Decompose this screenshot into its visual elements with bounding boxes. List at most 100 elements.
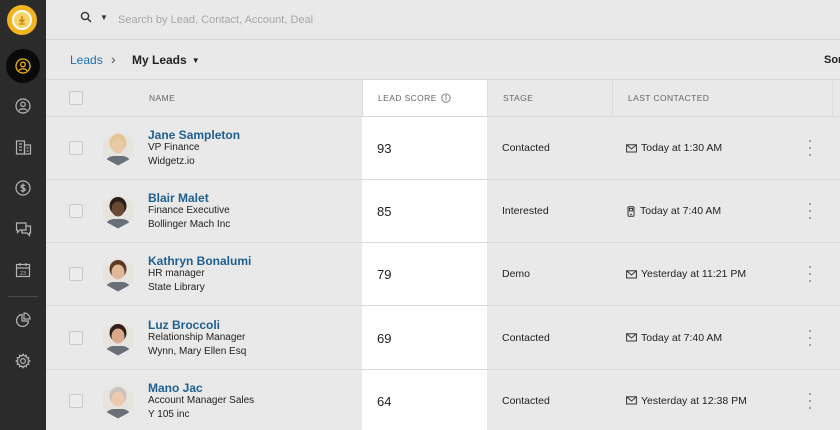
breadcrumb-leads-link[interactable]: Leads [70, 53, 103, 67]
row-more-options-icon[interactable] [806, 140, 814, 156]
column-header-name[interactable]: NAME [149, 93, 175, 103]
lead-name-link[interactable]: Luz Broccoli [148, 318, 220, 332]
lead-name-link[interactable]: Jane Sampleton [148, 128, 240, 142]
lead-stage: Contacted [502, 142, 550, 154]
my-leads-label: My Leads [132, 53, 187, 67]
gear-icon [15, 353, 31, 369]
last-contacted-text: Today at 1:30 AM [641, 142, 723, 154]
pie-chart-icon [15, 312, 31, 328]
lead-title: HR manager [148, 268, 205, 280]
row-select-checkbox[interactable] [69, 267, 83, 282]
column-divider [362, 80, 363, 117]
lead-score: 69 [377, 330, 392, 346]
envelope-icon [626, 143, 637, 152]
last-contacted: Today at 1:30 AM [626, 142, 722, 154]
lead-company: State Library [148, 282, 205, 294]
table-row[interactable]: Kathryn Bonalumi HR manager State Library 7… [46, 243, 840, 307]
info-icon[interactable] [441, 93, 451, 103]
lead-stage: Demo [502, 268, 531, 281]
search-input[interactable] [118, 11, 418, 29]
nav-deals[interactable] [0, 170, 46, 206]
top-bar: ▼ [46, 0, 840, 40]
lead-title: Finance Executive [148, 205, 230, 217]
lead-name-link[interactable]: Blair Malet [148, 191, 209, 205]
nav-contacts[interactable] [0, 88, 46, 124]
last-contacted-text: Yesterday at 11:21 PM [641, 268, 747, 281]
breadcrumb: Leads › My Leads ▼ Sor [46, 40, 840, 80]
lead-company: Y 105 inc [148, 408, 190, 420]
column-divider [832, 80, 833, 117]
search-icon [80, 11, 92, 23]
sidebar: 23 [0, 0, 46, 430]
last-contacted-text: Today at 7:40 AM [641, 331, 723, 344]
column-header-last-contacted[interactable]: LAST CONTACTED [628, 93, 709, 103]
my-leads-dropdown[interactable]: My Leads ▼ [132, 53, 200, 67]
lead-company: Bollinger Mach Inc [148, 219, 231, 231]
lead-name-link[interactable]: Kathryn Bonalumi [148, 254, 251, 268]
column-header-stage[interactable]: STAGE [503, 93, 533, 103]
nav-accounts[interactable] [0, 129, 46, 165]
column-header-lead-score[interactable]: LEAD SCORE [378, 93, 451, 103]
lead-score-header-label: LEAD SCORE [378, 93, 437, 103]
nav-leads[interactable] [0, 48, 46, 84]
column-divider [612, 80, 613, 117]
chevron-down-icon: ▼ [191, 56, 200, 65]
search-scope-toggle[interactable]: ▼ [80, 11, 108, 23]
lead-company: Wynn, Mary Ellen Esq [148, 345, 247, 357]
svg-text:23: 23 [20, 271, 26, 277]
row-select-checkbox[interactable] [69, 141, 83, 155]
row-select-checkbox[interactable] [69, 204, 83, 219]
coin-logo-icon[interactable] [7, 5, 37, 35]
select-all-checkbox[interactable] [69, 91, 83, 105]
row-more-options-icon[interactable] [806, 266, 814, 283]
nav-calendar[interactable]: 23 [0, 252, 46, 288]
last-contacted-text: Yesterday at 12:38 PM [641, 394, 747, 407]
lead-stage: Contacted [502, 331, 550, 344]
table-row[interactable]: Mano Jac Account Manager Sales Y 105 inc 64… [46, 370, 840, 430]
table-row[interactable]: Jane Sampleton VP Finance Widgetz.io 93 Cont… [46, 117, 840, 180]
dollar-circle-icon [15, 180, 31, 196]
phone-icon [627, 205, 635, 217]
row-more-options-icon[interactable] [806, 203, 814, 220]
avatar [103, 384, 133, 419]
row-more-options-icon[interactable] [806, 392, 814, 409]
last-contacted: Yesterday at 11:21 PM [626, 268, 746, 280]
envelope-icon [626, 270, 637, 279]
last-contacted: Today at 7:40 AM [626, 332, 722, 344]
last-contacted: Yesterday at 12:38 PM [626, 395, 747, 407]
chat-icon [15, 222, 31, 237]
avatar [103, 194, 133, 229]
sort-button[interactable]: Sor [824, 54, 840, 66]
lead-score: 79 [377, 267, 392, 283]
envelope-icon [626, 396, 637, 405]
person-icon [15, 98, 31, 114]
nav-reports[interactable] [0, 302, 46, 338]
lead-stage: Interested [502, 205, 549, 218]
lead-title: VP Finance [148, 142, 200, 153]
lead-title: Account Manager Sales [148, 394, 255, 406]
breadcrumb-separator: › [111, 51, 116, 67]
avatar [103, 131, 133, 166]
row-select-checkbox[interactable] [69, 393, 83, 408]
chevron-down-icon: ▼ [100, 12, 108, 22]
nav-settings[interactable] [0, 343, 46, 379]
lead-stage: Contacted [502, 394, 550, 407]
lead-title: Relationship Manager [148, 331, 246, 343]
lead-company: Widgetz.io [148, 156, 195, 167]
avatar [103, 257, 133, 292]
column-divider [487, 80, 488, 117]
lead-name-link[interactable]: Mano Jac [148, 381, 203, 395]
last-contacted: Today at 7:40 AM [626, 205, 721, 217]
sidebar-divider [8, 296, 38, 297]
envelope-icon [626, 333, 637, 342]
last-contacted-text: Today at 7:40 AM [640, 205, 722, 218]
table-row[interactable]: Blair Malet Finance Executive Bollinger Ma… [46, 180, 840, 244]
table-header: NAME LEAD SCORE STAGE LAST CONTACTED [46, 80, 840, 117]
lead-score: 93 [377, 141, 392, 156]
nav-messages[interactable] [0, 211, 46, 247]
row-more-options-icon[interactable] [806, 329, 814, 346]
lead-score: 64 [377, 393, 392, 409]
table-row[interactable]: Luz Broccoli Relationship Manager Wynn, Ma… [46, 307, 840, 370]
row-select-checkbox[interactable] [69, 330, 83, 345]
avatar [103, 321, 133, 356]
